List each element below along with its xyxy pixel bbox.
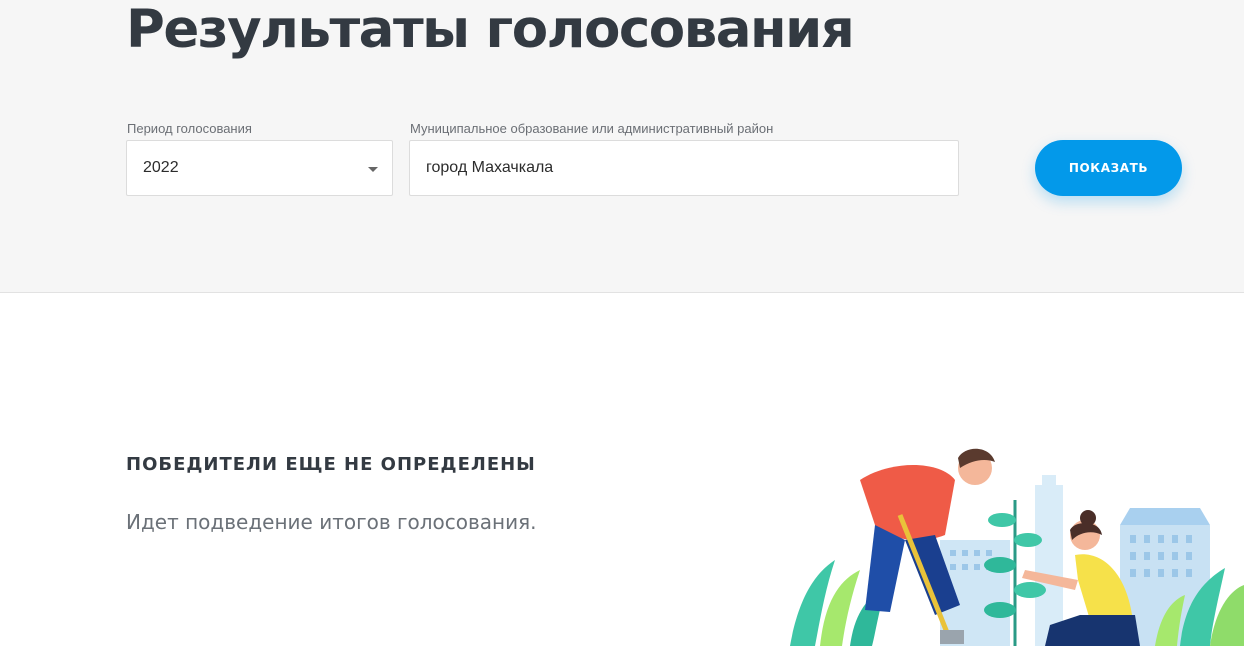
- period-select-value: 2022: [143, 159, 179, 176]
- filter-section: Результаты голосования Период голосовани…: [0, 0, 1244, 293]
- show-button[interactable]: ПОКАЗАТЬ: [1035, 140, 1182, 196]
- municipality-label: Муниципальное образование или администра…: [410, 121, 774, 136]
- gardening-people-illustration: [790, 448, 1244, 646]
- caret-down-icon: [368, 167, 378, 172]
- municipality-input[interactable]: [409, 140, 959, 196]
- period-label: Период голосования: [127, 121, 252, 136]
- results-message: Идет подведение итогов голосования.: [126, 510, 537, 534]
- results-heading: ПОБЕДИТЕЛИ ЕЩЕ НЕ ОПРЕДЕЛЕНЫ: [126, 454, 536, 475]
- period-select[interactable]: 2022: [126, 140, 393, 196]
- page-title: Результаты голосования: [126, 0, 855, 60]
